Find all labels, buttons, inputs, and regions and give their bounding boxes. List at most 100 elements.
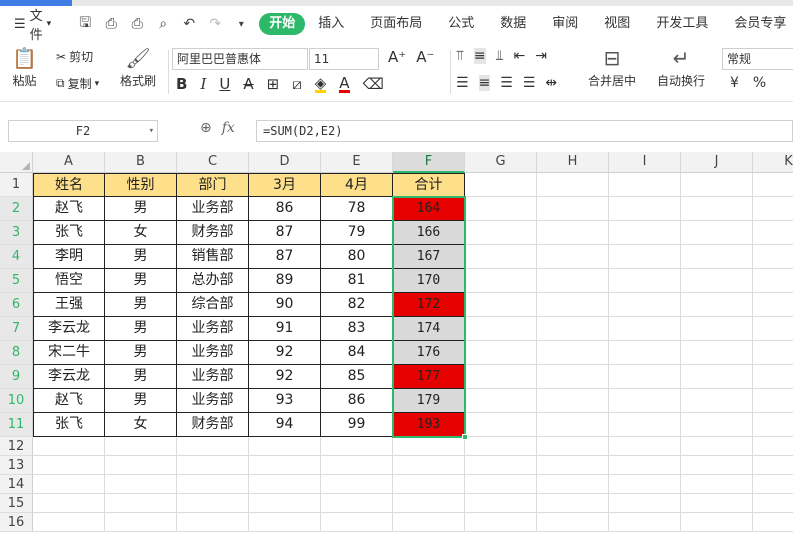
- empty-cell[interactable]: [537, 245, 609, 269]
- table-header-cell[interactable]: 性别: [105, 173, 177, 197]
- font-color-icon[interactable]: A: [339, 75, 350, 93]
- cut-button[interactable]: ✂ 剪切: [56, 48, 93, 65]
- column-header[interactable]: F: [393, 152, 465, 173]
- empty-cell[interactable]: [753, 341, 793, 365]
- table-cell[interactable]: 84: [321, 341, 393, 365]
- table-cell[interactable]: 89: [249, 269, 321, 293]
- underline-icon[interactable]: U: [219, 75, 230, 93]
- empty-cell[interactable]: [393, 437, 465, 456]
- save-icon[interactable]: 🖫: [75, 12, 95, 36]
- empty-cell[interactable]: [249, 494, 321, 513]
- bold-icon[interactable]: B: [176, 75, 187, 93]
- empty-cell[interactable]: [609, 197, 681, 221]
- empty-cell[interactable]: [465, 494, 537, 513]
- empty-cell[interactable]: [681, 437, 753, 456]
- empty-cell[interactable]: [177, 437, 249, 456]
- empty-cell[interactable]: [753, 413, 793, 437]
- empty-cell[interactable]: [753, 437, 793, 456]
- row-header[interactable]: 15: [0, 494, 33, 513]
- total-cell[interactable]: 166: [393, 221, 465, 245]
- empty-cell[interactable]: [681, 494, 753, 513]
- empty-cell[interactable]: [321, 456, 393, 475]
- column-header[interactable]: H: [537, 152, 609, 173]
- table-cell[interactable]: 综合部: [177, 293, 249, 317]
- row-header[interactable]: 8: [0, 341, 33, 365]
- empty-cell[interactable]: [537, 475, 609, 494]
- empty-cell[interactable]: [465, 475, 537, 494]
- column-header[interactable]: C: [177, 152, 249, 173]
- empty-cell[interactable]: [465, 197, 537, 221]
- empty-cell[interactable]: [609, 494, 681, 513]
- table-cell[interactable]: 张飞: [33, 221, 105, 245]
- table-cell[interactable]: 79: [321, 221, 393, 245]
- empty-cell[interactable]: [33, 475, 105, 494]
- column-header[interactable]: K: [753, 152, 793, 173]
- table-cell[interactable]: 81: [321, 269, 393, 293]
- empty-cell[interactable]: [609, 437, 681, 456]
- table-header-cell[interactable]: 4月: [321, 173, 393, 197]
- zoom-icon[interactable]: ⊕: [200, 120, 212, 136]
- empty-cell[interactable]: [465, 173, 537, 197]
- table-cell[interactable]: 92: [249, 341, 321, 365]
- empty-cell[interactable]: [609, 475, 681, 494]
- row-header[interactable]: 4: [0, 245, 33, 269]
- empty-cell[interactable]: [105, 513, 177, 532]
- font-name-select[interactable]: 阿里巴巴普惠体: [172, 48, 308, 70]
- column-header[interactable]: E: [321, 152, 393, 173]
- align-middle-icon[interactable]: ≡: [473, 48, 486, 64]
- row-header[interactable]: 13: [0, 456, 33, 475]
- empty-cell[interactable]: [753, 245, 793, 269]
- empty-cell[interactable]: [177, 456, 249, 475]
- empty-cell[interactable]: [609, 317, 681, 341]
- table-cell[interactable]: 87: [249, 245, 321, 269]
- empty-cell[interactable]: [465, 317, 537, 341]
- table-cell[interactable]: 92: [249, 365, 321, 389]
- empty-cell[interactable]: [609, 293, 681, 317]
- empty-cell[interactable]: [609, 513, 681, 532]
- empty-cell[interactable]: [537, 341, 609, 365]
- table-cell[interactable]: 86: [249, 197, 321, 221]
- table-cell[interactable]: 男: [105, 365, 177, 389]
- empty-cell[interactable]: [681, 197, 753, 221]
- empty-cell[interactable]: [177, 513, 249, 532]
- table-cell[interactable]: 男: [105, 245, 177, 269]
- diagonal-icon[interactable]: ⧄: [292, 75, 302, 93]
- empty-cell[interactable]: [537, 365, 609, 389]
- indent-increase-icon[interactable]: ⇥: [535, 48, 547, 64]
- empty-cell[interactable]: [681, 456, 753, 475]
- undo-icon[interactable]: ↶: [179, 16, 199, 32]
- table-cell[interactable]: 85: [321, 365, 393, 389]
- shrink-font-icon[interactable]: A⁻: [416, 48, 434, 66]
- total-cell[interactable]: 176: [393, 341, 465, 365]
- empty-cell[interactable]: [609, 269, 681, 293]
- empty-cell[interactable]: [465, 456, 537, 475]
- italic-icon[interactable]: I: [200, 75, 206, 93]
- row-header[interactable]: 6: [0, 293, 33, 317]
- row-header[interactable]: 9: [0, 365, 33, 389]
- column-header[interactable]: D: [249, 152, 321, 173]
- empty-cell[interactable]: [753, 475, 793, 494]
- table-cell[interactable]: 男: [105, 317, 177, 341]
- empty-cell[interactable]: [537, 269, 609, 293]
- total-cell[interactable]: 193: [393, 413, 465, 437]
- column-header[interactable]: G: [465, 152, 537, 173]
- empty-cell[interactable]: [753, 513, 793, 532]
- select-all-corner[interactable]: [0, 152, 33, 173]
- empty-cell[interactable]: [249, 513, 321, 532]
- tab-6[interactable]: 视图: [591, 13, 643, 35]
- empty-cell[interactable]: [681, 475, 753, 494]
- empty-cell[interactable]: [681, 293, 753, 317]
- format-painter-button[interactable]: 🖌 格式刷: [120, 46, 156, 89]
- table-cell[interactable]: 94: [249, 413, 321, 437]
- row-header[interactable]: 10: [0, 389, 33, 413]
- empty-cell[interactable]: [753, 365, 793, 389]
- empty-cell[interactable]: [537, 317, 609, 341]
- indent-decrease-icon[interactable]: ⇤: [514, 48, 526, 64]
- print-icon[interactable]: ⎙: [127, 16, 147, 32]
- grow-font-icon[interactable]: A⁺: [388, 48, 406, 66]
- column-header[interactable]: J: [681, 152, 753, 173]
- row-header[interactable]: 3: [0, 221, 33, 245]
- table-cell[interactable]: 销售部: [177, 245, 249, 269]
- row-header[interactable]: 5: [0, 269, 33, 293]
- fill-handle[interactable]: [462, 434, 468, 440]
